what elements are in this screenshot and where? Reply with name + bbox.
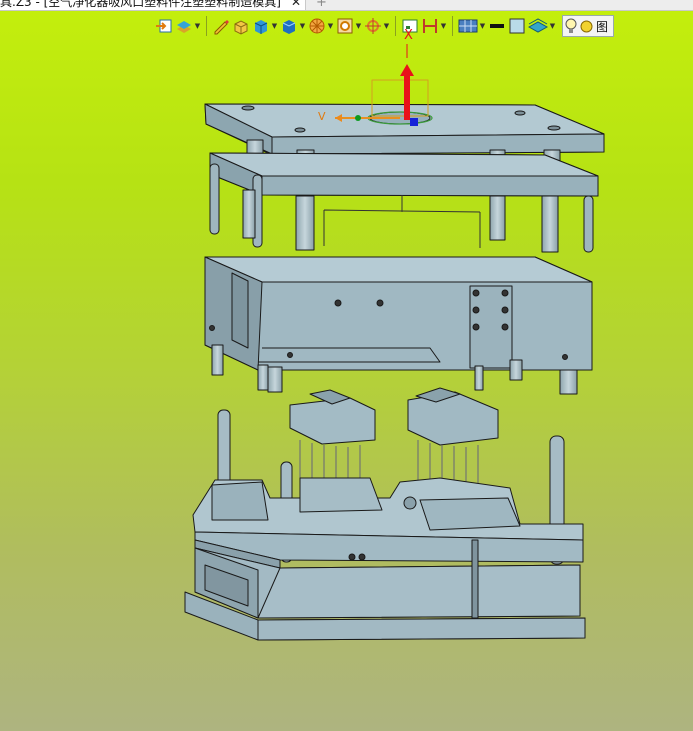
- guide-pins-middle: [242, 189, 559, 253]
- triad-v-label: V: [318, 110, 326, 123]
- core-insert-left[interactable]: [289, 389, 376, 486]
- core-plate[interactable]: [192, 477, 584, 569]
- triad-x-label: X: [404, 28, 413, 43]
- stripper-plate[interactable]: [209, 152, 599, 197]
- core-insert-right[interactable]: [407, 387, 499, 488]
- cavity-plate[interactable]: [204, 256, 593, 371]
- viewport-3d[interactable]: X V: [0, 0, 693, 731]
